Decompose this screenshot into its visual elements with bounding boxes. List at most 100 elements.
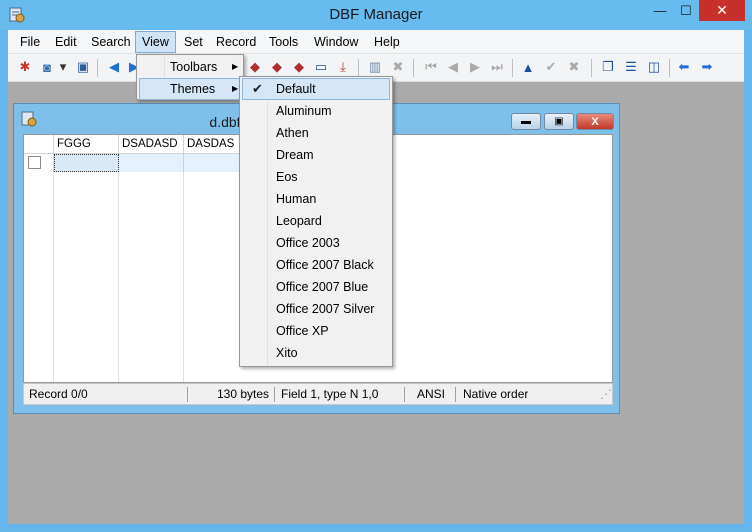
first-icon[interactable]: ⏮ bbox=[422, 58, 440, 76]
close-button[interactable]: ✕ bbox=[699, 0, 745, 21]
menu-tools[interactable]: Tools bbox=[263, 31, 304, 53]
menu-help[interactable]: Help bbox=[368, 31, 406, 53]
column-header-dsadasd[interactable]: DSADASD bbox=[119, 135, 184, 154]
theme-item-label: Dream bbox=[276, 148, 314, 162]
row-delete-icon[interactable]: ▭ bbox=[312, 58, 330, 76]
column-header-fggg[interactable]: FGGG bbox=[54, 135, 119, 154]
view-menu: Toolbars ▶ Themes ▶ bbox=[136, 54, 244, 100]
theme-item-label: Leopard bbox=[276, 214, 322, 228]
grid-cell[interactable] bbox=[119, 154, 184, 172]
theme-item-label: Office XP bbox=[276, 324, 329, 338]
view-menu-item-label: Themes bbox=[170, 82, 216, 96]
menu-search[interactable]: Search bbox=[85, 31, 137, 53]
theme-item-athen[interactable]: Athen bbox=[242, 122, 390, 144]
child-close-button[interactable]: X bbox=[576, 113, 614, 130]
toolbar-separator bbox=[97, 59, 98, 77]
theme-item-label: Eos bbox=[276, 170, 298, 184]
menu-window[interactable]: Window bbox=[308, 31, 364, 53]
view-menu-item-toolbars[interactable]: Toolbars ▶ bbox=[139, 56, 243, 78]
grid-line bbox=[53, 172, 54, 382]
record-copy-icon[interactable]: ◆ bbox=[290, 58, 308, 76]
submenu-arrow-icon: ▶ bbox=[232, 62, 239, 71]
menu-edit[interactable]: Edit bbox=[49, 31, 83, 53]
status-separator bbox=[404, 387, 405, 402]
up-icon[interactable]: ▲ bbox=[519, 58, 537, 76]
back-icon[interactable]: ◀ bbox=[105, 58, 123, 76]
theme-item-office-2007-silver[interactable]: Office 2007 Silver bbox=[242, 298, 390, 320]
view-menu-item-label: Toolbars bbox=[170, 60, 218, 74]
menu-set[interactable]: Set bbox=[178, 31, 209, 53]
toolbar-separator bbox=[591, 59, 592, 77]
status-order: Native order bbox=[463, 387, 529, 401]
tile-horizontal-icon[interactable]: ☰ bbox=[622, 58, 640, 76]
maximize-button[interactable]: ☐ bbox=[673, 0, 699, 21]
theme-item-label: Aluminum bbox=[276, 104, 332, 118]
toolbar-separator bbox=[512, 59, 513, 77]
theme-item-leopard[interactable]: Leopard bbox=[242, 210, 390, 232]
status-encoding: ANSI bbox=[417, 387, 446, 401]
menu-record[interactable]: Record bbox=[210, 31, 262, 53]
cascade-icon[interactable]: ❐ bbox=[599, 58, 617, 76]
column-header-dasdas[interactable]: DASDAS bbox=[184, 135, 244, 154]
theme-item-office-2007-black[interactable]: Office 2007 Black bbox=[242, 254, 390, 276]
menu-bar: File Edit Search View Set Record Tools W… bbox=[8, 30, 744, 54]
theme-item-label: Default bbox=[276, 82, 316, 96]
view-menu-item-themes[interactable]: Themes ▶ bbox=[139, 78, 243, 100]
row-checkbox[interactable] bbox=[28, 156, 41, 169]
theme-item-office-2007-blue[interactable]: Office 2007 Blue bbox=[242, 276, 390, 298]
status-field: Field 1, type N 1,0 bbox=[281, 387, 379, 401]
menu-file[interactable]: File bbox=[14, 31, 46, 53]
status-separator bbox=[274, 387, 275, 402]
theme-item-eos[interactable]: Eos bbox=[242, 166, 390, 188]
size-grip-icon[interactable]: ⋰ bbox=[600, 384, 612, 404]
toolbar-separator bbox=[413, 59, 414, 77]
child-minimize-button[interactable]: ▬ bbox=[511, 113, 541, 130]
arrow-left-icon[interactable]: ⬅ bbox=[675, 58, 693, 76]
arrow-right-icon[interactable]: ➡ bbox=[698, 58, 716, 76]
download-icon[interactable]: ⤓ bbox=[334, 58, 352, 76]
theme-item-label: Human bbox=[276, 192, 317, 206]
theme-item-xito[interactable]: Xito bbox=[242, 342, 390, 364]
theme-item-dream[interactable]: Dream bbox=[242, 144, 390, 166]
record-edit-icon[interactable]: ◆ bbox=[246, 58, 264, 76]
theme-item-human[interactable]: Human bbox=[242, 188, 390, 210]
record-add-icon[interactable]: ◆ bbox=[268, 58, 286, 76]
next-icon[interactable]: ▶ bbox=[466, 58, 484, 76]
minimize-button[interactable]: — bbox=[647, 0, 673, 21]
theme-item-default[interactable]: ✔ Default bbox=[242, 78, 390, 100]
theme-item-office-2003[interactable]: Office 2003 bbox=[242, 232, 390, 254]
child-maximize-button[interactable]: ▣ bbox=[544, 113, 574, 130]
grid-line bbox=[183, 172, 184, 382]
app-window: DBF Manager — ☐ ✕ File Edit Search View … bbox=[0, 0, 752, 532]
theme-item-label: Office 2007 Black bbox=[276, 258, 374, 272]
title-bar[interactable]: DBF Manager — ☐ ✕ bbox=[0, 0, 752, 30]
grid-line bbox=[118, 172, 119, 382]
status-size: 130 bytes bbox=[217, 387, 270, 401]
prev-icon[interactable]: ◀ bbox=[444, 58, 462, 76]
row-header-corner bbox=[24, 135, 54, 154]
theme-item-label: Office 2007 Silver bbox=[276, 302, 375, 316]
theme-item-office-xp[interactable]: Office XP bbox=[242, 320, 390, 342]
save-icon[interactable]: ▣ bbox=[74, 58, 92, 76]
confirm-icon[interactable]: ✔ bbox=[542, 58, 560, 76]
discard-icon[interactable]: ✖ bbox=[565, 58, 583, 76]
grid-cell[interactable] bbox=[184, 154, 244, 172]
menu-view[interactable]: View bbox=[135, 31, 176, 53]
new-icon[interactable]: ✱ bbox=[16, 58, 34, 76]
database-icon[interactable]: ◙ bbox=[38, 58, 56, 76]
theme-item-aluminum[interactable]: Aluminum bbox=[242, 100, 390, 122]
tile-vertical-icon[interactable]: ◫ bbox=[645, 58, 663, 76]
window-title: DBF Manager bbox=[329, 6, 423, 23]
dropdown-icon[interactable]: ▾ bbox=[57, 58, 69, 76]
theme-item-label: Athen bbox=[276, 126, 309, 140]
status-separator bbox=[455, 387, 456, 402]
status-record: Record 0/0 bbox=[29, 387, 88, 401]
submenu-arrow-icon: ▶ bbox=[232, 84, 239, 93]
theme-item-label: Xito bbox=[276, 346, 298, 360]
themes-menu: ✔ Default Aluminum Athen Dream Eos Human… bbox=[239, 76, 393, 367]
trash-icon[interactable]: ▥ bbox=[366, 58, 384, 76]
check-icon: ✔ bbox=[252, 81, 263, 96]
cancel-icon[interactable]: ✖ bbox=[389, 58, 407, 76]
grid-cell-selected[interactable] bbox=[54, 154, 119, 172]
last-icon[interactable]: ⏭ bbox=[488, 58, 506, 76]
